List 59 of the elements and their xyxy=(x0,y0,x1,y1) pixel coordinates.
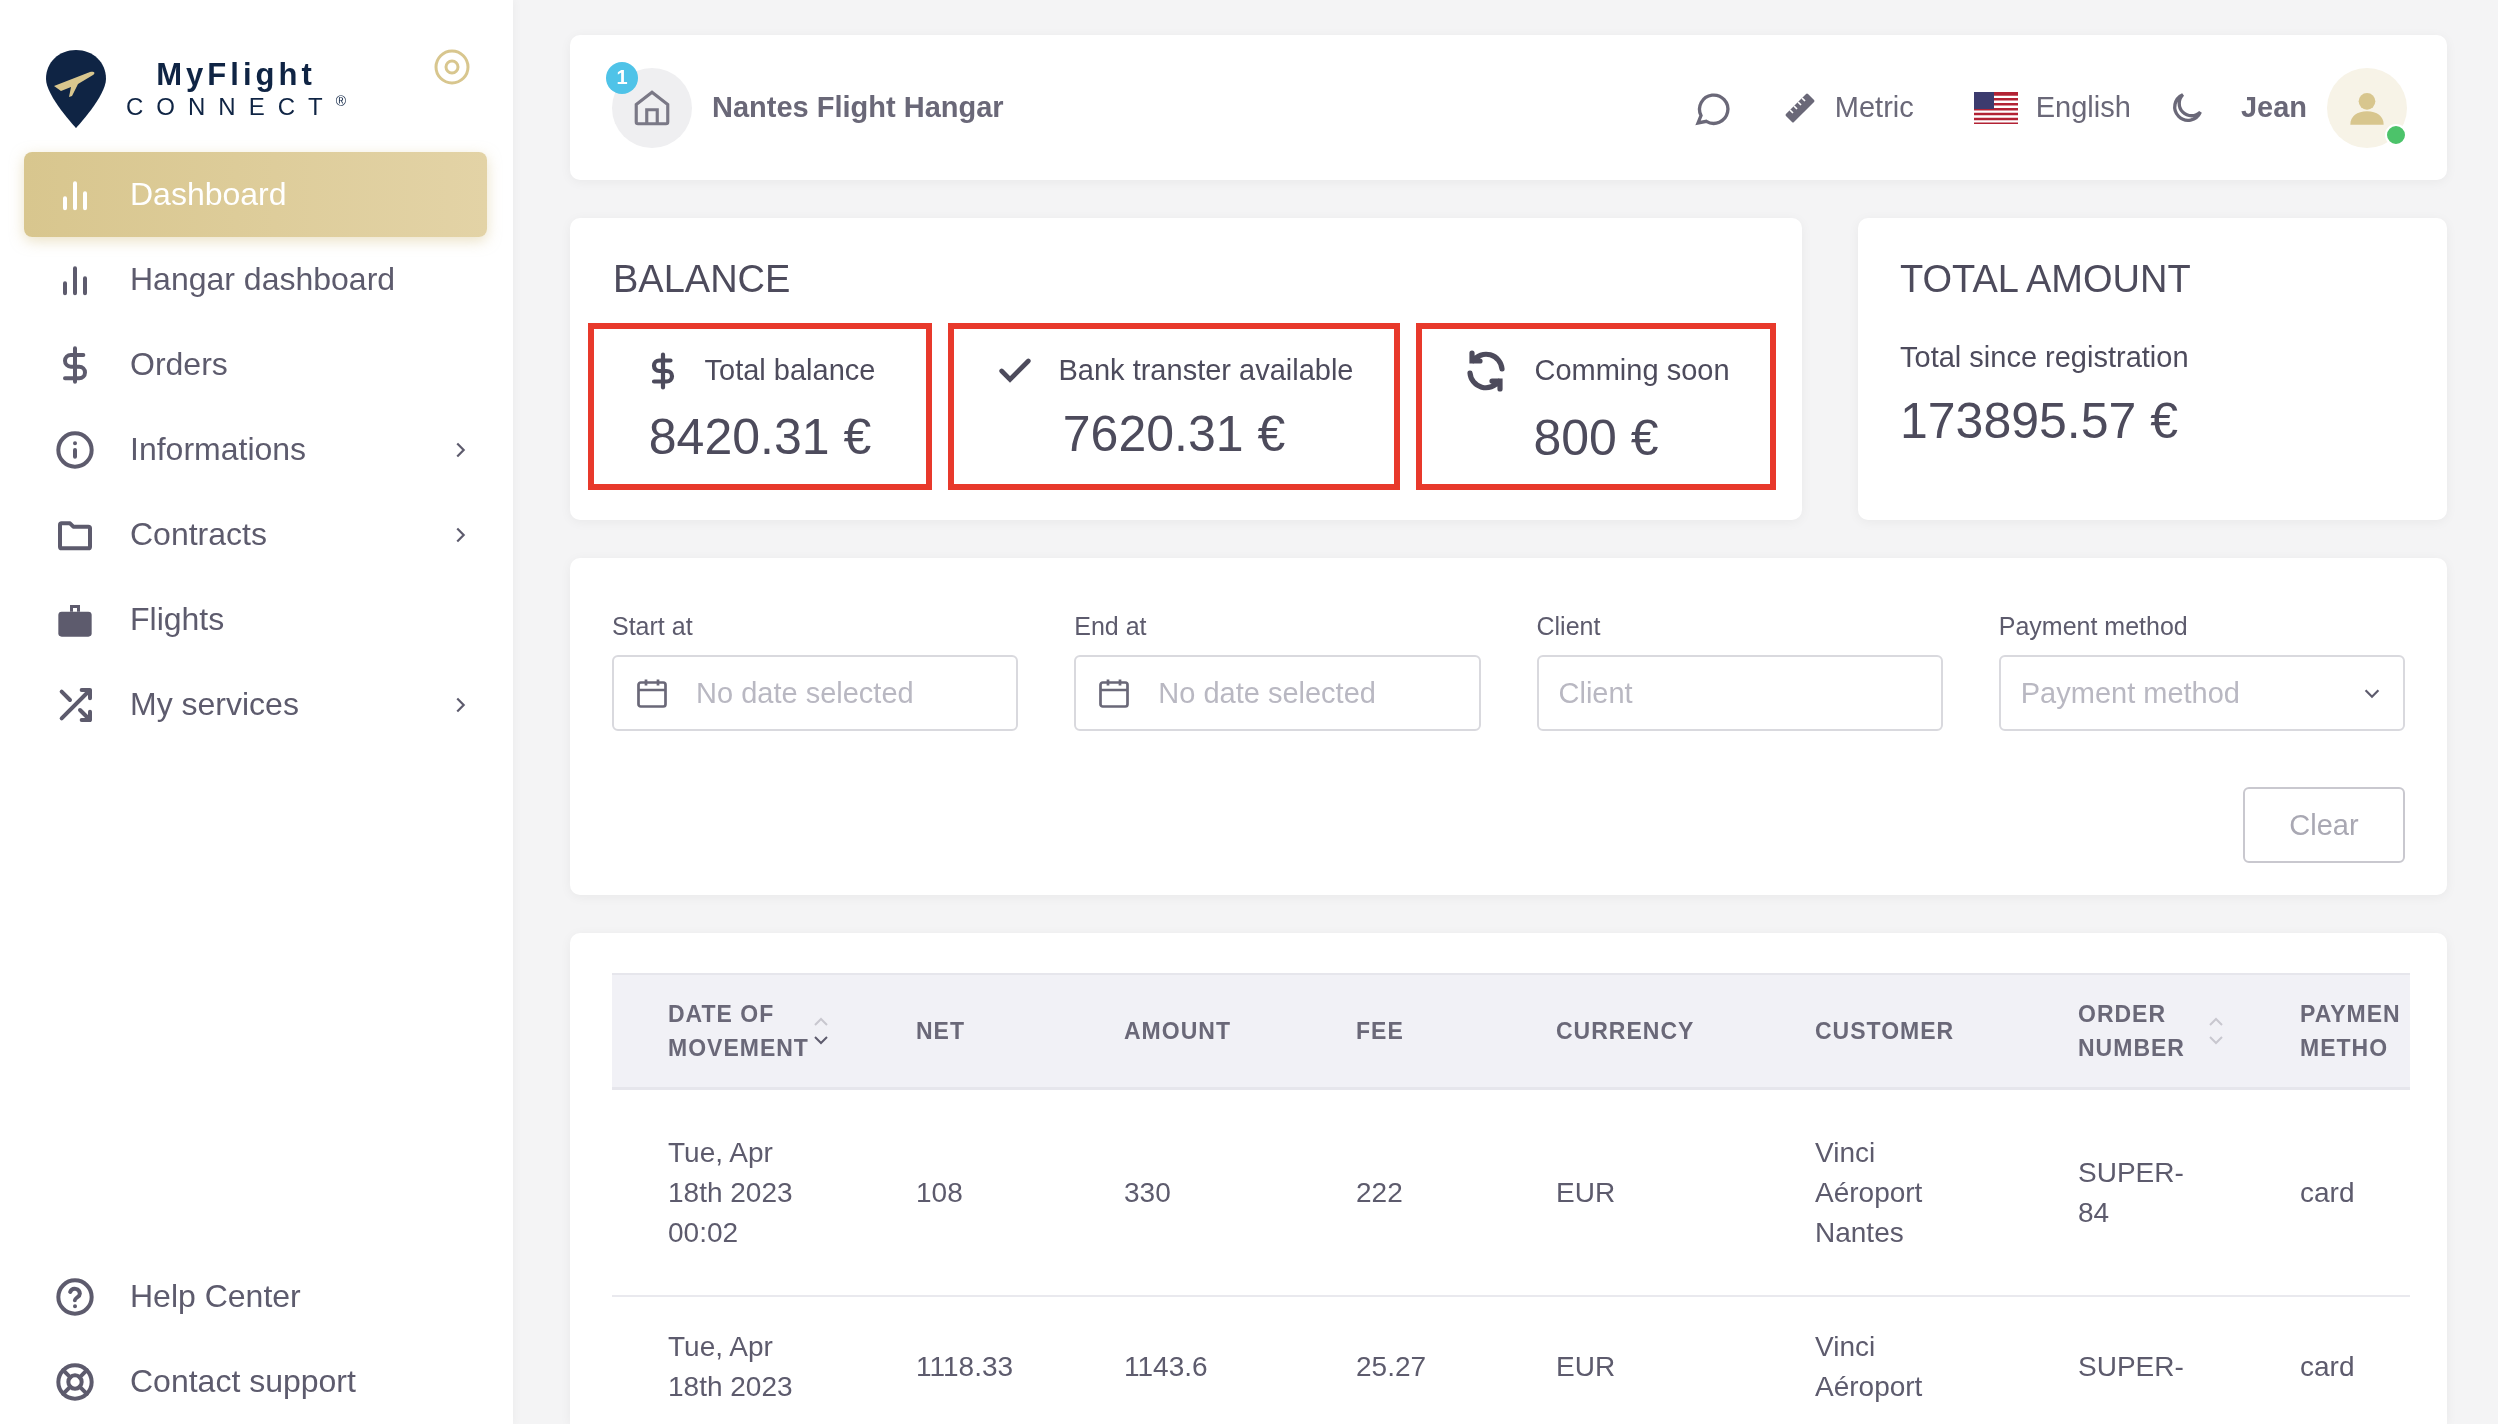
total-value: 173895.57 € xyxy=(1900,392,2180,450)
column-header[interactable]: CURRENCY xyxy=(1556,973,1815,1090)
units-toggle[interactable]: Metric xyxy=(1834,91,1914,124)
registered-mark: ® xyxy=(335,93,346,109)
stat-value: 800 € xyxy=(1533,408,1659,467)
table-cell-text: Tue, Apr 18th 2023 00:02 xyxy=(668,1135,794,1250)
table-cell-text: Vinci Aéroport xyxy=(1815,1330,1924,1404)
nav-item[interactable]: Hangar dashboard xyxy=(24,237,487,322)
notification-badge: 1 xyxy=(606,61,638,94)
stat-value: 7620.31 € xyxy=(1062,404,1286,463)
nav-item[interactable]: Contact support xyxy=(24,1339,487,1424)
logo-name: MyFlight xyxy=(156,57,316,93)
table-cell-text: EUR xyxy=(1556,1175,1616,1210)
total-label: Total since registration xyxy=(1900,341,2190,374)
language-selector[interactable]: English xyxy=(2035,91,2131,124)
nav-item[interactable]: My services xyxy=(24,662,487,747)
field-label: Payment method xyxy=(1998,612,2189,641)
nav-item[interactable]: Contracts xyxy=(24,492,487,577)
nav-item[interactable]: Help Center xyxy=(24,1254,487,1339)
stat-label: Bank transter available xyxy=(1058,354,1354,387)
column-header[interactable]: FEE xyxy=(1356,973,1556,1090)
help-icon xyxy=(54,1275,96,1318)
user-name: Jean xyxy=(2240,91,2307,124)
column-header[interactable]: AMOUNT xyxy=(1124,973,1356,1090)
nav-item[interactable]: Informations xyxy=(24,407,487,492)
table-cell-text: 25.27 xyxy=(1356,1350,1427,1384)
table-cell-text: SUPER-84 xyxy=(2078,1155,2185,1230)
logo-icon xyxy=(44,48,108,130)
flag-icon xyxy=(1973,91,2018,124)
table-cell-text: 108 xyxy=(916,1175,963,1210)
info-icon xyxy=(54,428,96,471)
hangar-name: Nantes Flight Hangar xyxy=(712,91,1004,124)
column-header[interactable]: PAYMEN METHO xyxy=(2300,973,2410,1090)
column-header[interactable]: CUSTOMER xyxy=(1815,973,2078,1090)
table-cell-text: card xyxy=(2300,1175,2355,1210)
table-cell-text: 222 xyxy=(1356,1175,1403,1210)
table-cell-text: 330 xyxy=(1124,1175,1171,1210)
field-label: Client xyxy=(1536,612,1602,641)
field-label: End at xyxy=(1074,612,1148,641)
lifebuoy-icon xyxy=(54,1360,96,1403)
nav-item[interactable]: Flights xyxy=(24,577,487,662)
stat-value: 8420.31 € xyxy=(648,407,872,466)
table-cell-text: Vinci Aéroport Nantes xyxy=(1815,1135,1924,1250)
column-header[interactable]: DATE OF MOVEMENT xyxy=(612,973,916,1090)
table-cell-text: Tue, Apr 18th 2023 xyxy=(668,1330,794,1404)
nav-item[interactable]: Orders xyxy=(24,322,487,407)
column-header[interactable]: ORDER NUMBER xyxy=(2078,973,2300,1090)
stat-label: Total balance xyxy=(704,354,876,387)
card-title: TOTAL AMOUNT xyxy=(1900,258,2192,301)
table-cell-text: SUPER- xyxy=(2078,1350,2184,1384)
table-cell-text: 1118.33 xyxy=(916,1350,1014,1384)
table-cell-text: card xyxy=(2300,1350,2355,1384)
card-title: BALANCE xyxy=(613,258,792,301)
column-header[interactable]: NET xyxy=(916,973,1124,1090)
logo-subtitle: CONNECT xyxy=(126,93,336,121)
stat-label: Comming soon xyxy=(1534,354,1730,387)
field-label: Start at xyxy=(612,612,694,641)
table-cell-text: 1143.6 xyxy=(1124,1350,1208,1384)
table-cell-text: EUR xyxy=(1556,1350,1616,1384)
